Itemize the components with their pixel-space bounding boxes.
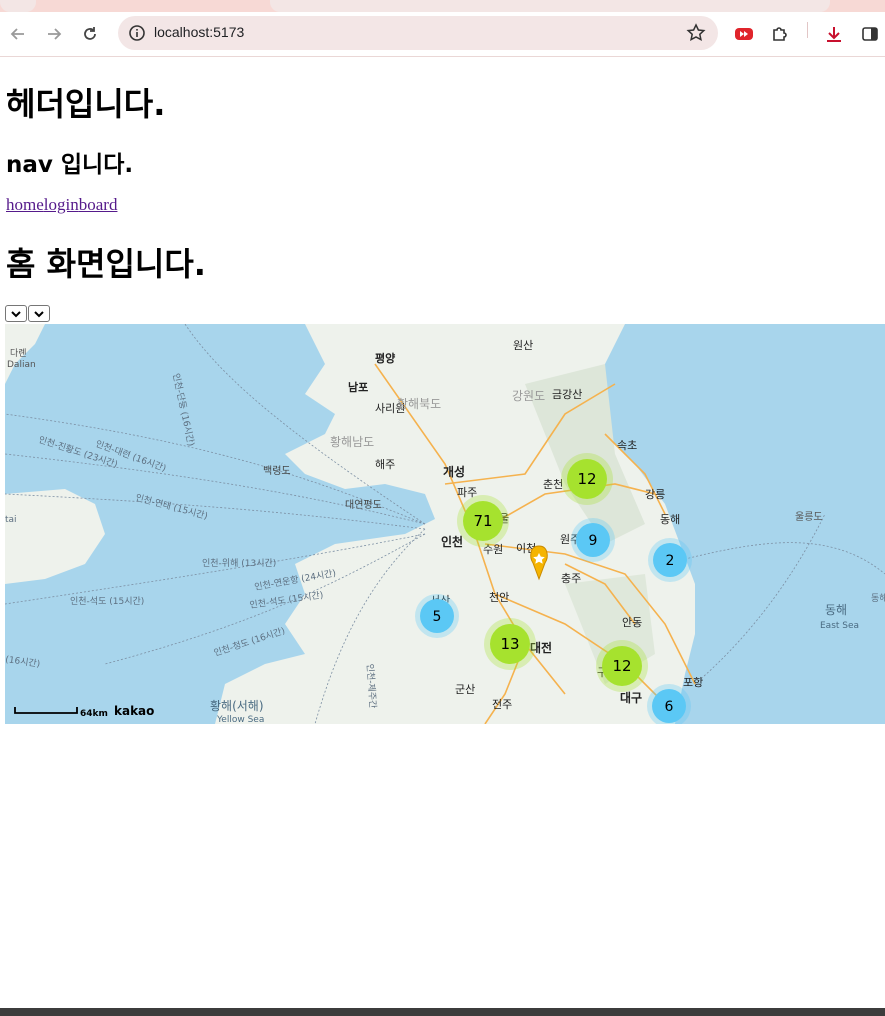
scale-label: 64km [80, 709, 108, 719]
label-east-sea-ko: 동해 [825, 603, 847, 617]
cluster-c1[interactable]: 12 [561, 453, 613, 505]
label-hwanghae-north: 황해북도 [397, 397, 441, 411]
cluster-c2[interactable]: 71 [457, 495, 509, 547]
cluster-c5[interactable]: 5 [415, 594, 459, 638]
cluster-c6[interactable]: 13 [484, 618, 536, 670]
chevron-down-icon [34, 310, 44, 317]
label-jeonju: 전주 [492, 698, 512, 711]
label-haeju: 해주 [375, 457, 395, 471]
select-1[interactable] [5, 305, 27, 322]
label-yellow-sea-en: Yellow Sea [216, 715, 264, 724]
nav-links: homeloginboard [6, 195, 117, 215]
browser-toolbar: localhost:5173 [0, 12, 885, 57]
label-dalian-en: Dalian [7, 360, 36, 370]
label-wonsan: 원산 [513, 339, 533, 352]
forward-icon[interactable] [42, 22, 66, 46]
route-label-13: tai [5, 515, 17, 525]
label-andong: 안동 [622, 616, 642, 629]
label-gangwon: 강원도 [512, 389, 545, 403]
extensions-icon[interactable] [768, 22, 792, 46]
info-icon[interactable] [128, 24, 146, 46]
route-label-5: 인천-위해 (13시간) [202, 558, 276, 569]
label-chungju: 충주 [561, 572, 581, 585]
label-donghae: 동해 [660, 512, 680, 526]
kakao-logo: kakao [114, 704, 154, 718]
label-baengnyeongdo: 백령도 [263, 465, 291, 477]
address-bar[interactable]: localhost:5173 [118, 16, 718, 50]
back-icon[interactable] [6, 22, 30, 46]
tab-strip [0, 0, 885, 12]
label-nampo: 남포 [348, 381, 368, 394]
cluster-count: 9 [589, 533, 598, 549]
label-incheon: 인천 [441, 534, 463, 549]
label-yellow-sea-ko: 황해(서해) [210, 699, 264, 713]
link-board[interactable]: board [79, 195, 118, 214]
label-east-sea-en: East Sea [820, 621, 859, 631]
label-pyongyang: 평양 [375, 351, 395, 365]
label-gunsan: 군산 [455, 683, 475, 696]
cluster-count: 13 [500, 635, 519, 653]
label-daegu: 대구 [620, 691, 642, 705]
label-dalian-ko: 다롄 [10, 348, 27, 359]
label-hwanghae-south: 황해남도 [330, 435, 374, 449]
cluster-count: 6 [665, 699, 674, 715]
map-view[interactable]: 평양 남포 사리원 황해북도 황해남도 해주 개성 백령도 대연평도 원산 강원… [5, 324, 885, 724]
chevron-down-icon [11, 310, 21, 317]
home-title: 홈 화면입니다. [6, 245, 206, 283]
reload-icon[interactable] [78, 22, 102, 46]
label-gangneung: 강릉 [645, 488, 665, 501]
route-label-7: 인천-석도 (15시간) [70, 596, 144, 607]
url-text: localhost:5173 [154, 24, 245, 40]
download-icon[interactable] [822, 22, 846, 46]
label-pohang: 포항 [683, 676, 703, 689]
label-daeyeonpyeongdo: 대연평도 [345, 499, 382, 511]
cluster-count: 12 [577, 470, 596, 488]
toolbar-divider [807, 22, 808, 38]
nav-title: nav 입니다. [6, 152, 134, 178]
label-chuncheon: 춘천 [543, 477, 563, 491]
route-label-12: 동해 [871, 593, 885, 604]
cluster-c4[interactable]: 2 [648, 538, 692, 582]
cluster-count: 71 [473, 512, 492, 530]
star-icon[interactable] [686, 23, 706, 47]
label-geumgangsan: 금강산 [552, 388, 582, 401]
label-kaesong: 개성 [443, 465, 465, 479]
tab-active[interactable] [270, 0, 830, 12]
select-2[interactable] [28, 305, 50, 322]
header-title: 헤더입니다. [6, 85, 166, 123]
link-login[interactable]: login [44, 195, 79, 214]
select-group [5, 305, 50, 322]
taskbar-strip [0, 1008, 885, 1016]
cluster-c3[interactable]: 9 [571, 518, 615, 562]
label-ulleungdo: 울릉도 [795, 511, 823, 523]
side-panel-icon[interactable] [858, 22, 882, 46]
label-cheonan: 천안 [489, 590, 509, 604]
link-home[interactable]: home [6, 195, 44, 214]
cluster-count: 12 [612, 657, 631, 675]
cluster-c7[interactable]: 12 [596, 640, 648, 692]
label-sokcho: 속초 [617, 439, 637, 452]
cluster-count: 5 [433, 609, 442, 625]
youtube-extension-icon[interactable] [732, 22, 756, 46]
cluster-count: 2 [666, 553, 675, 569]
tab-left[interactable] [0, 0, 36, 12]
